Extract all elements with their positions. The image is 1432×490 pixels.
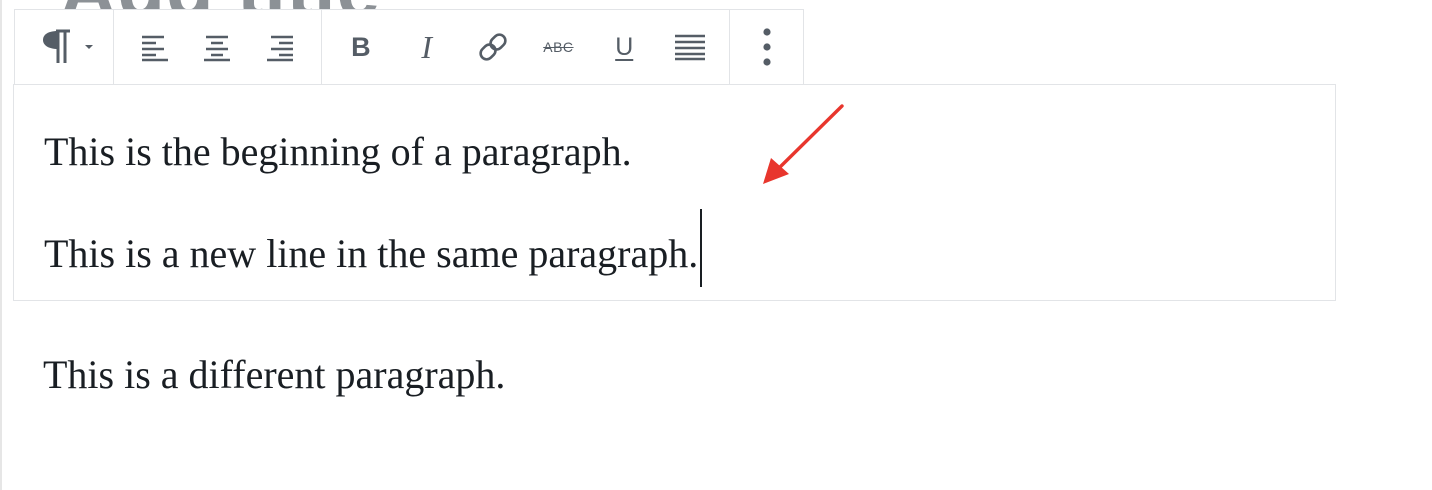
link-button[interactable] [473, 24, 513, 70]
paragraph-line-1: This is the beginning of a paragraph. [44, 129, 632, 174]
italic-icon: I [421, 28, 433, 65]
selected-paragraph-block[interactable]: This is the beginning of a paragraph. Th… [13, 84, 1336, 301]
caret-down-icon [85, 45, 93, 49]
underline-icon: U [615, 32, 634, 61]
paragraph-block-2[interactable]: This is a different paragraph. [43, 355, 505, 395]
align-right-button[interactable] [260, 24, 300, 70]
bold-button[interactable]: B [341, 24, 381, 70]
align-right-icon [266, 35, 293, 62]
paragraph-line-2-text: This is a new line in the same paragraph… [44, 231, 699, 276]
more-options-button[interactable] [747, 24, 787, 70]
align-left-button[interactable] [135, 24, 175, 70]
formatting-group: B I ABC U [322, 10, 730, 84]
link-icon [478, 33, 507, 61]
strikethrough-icon: ABC [543, 39, 574, 55]
align-left-icon [142, 35, 169, 62]
paragraph-icon [43, 29, 70, 63]
justify-button[interactable] [670, 24, 710, 70]
block-type-button[interactable] [35, 24, 101, 70]
alignment-group [114, 10, 322, 84]
bold-icon: B [351, 31, 371, 62]
editor-left-border [0, 0, 2, 490]
strikethrough-button[interactable]: ABC [538, 24, 578, 70]
block-toolbar: B I ABC U [14, 9, 804, 85]
italic-button[interactable]: I [407, 24, 447, 70]
block-type-group [15, 10, 114, 84]
text-cursor [700, 209, 703, 287]
more-vertical-icon [762, 28, 771, 66]
justify-icon [675, 34, 706, 61]
underline-button[interactable]: U [604, 24, 644, 70]
arrow-icon [763, 104, 844, 184]
paragraph-line-2: This is a new line in the same paragraph… [44, 209, 703, 287]
align-center-icon [204, 35, 231, 62]
align-center-button[interactable] [197, 24, 237, 70]
more-options-group [730, 10, 803, 84]
